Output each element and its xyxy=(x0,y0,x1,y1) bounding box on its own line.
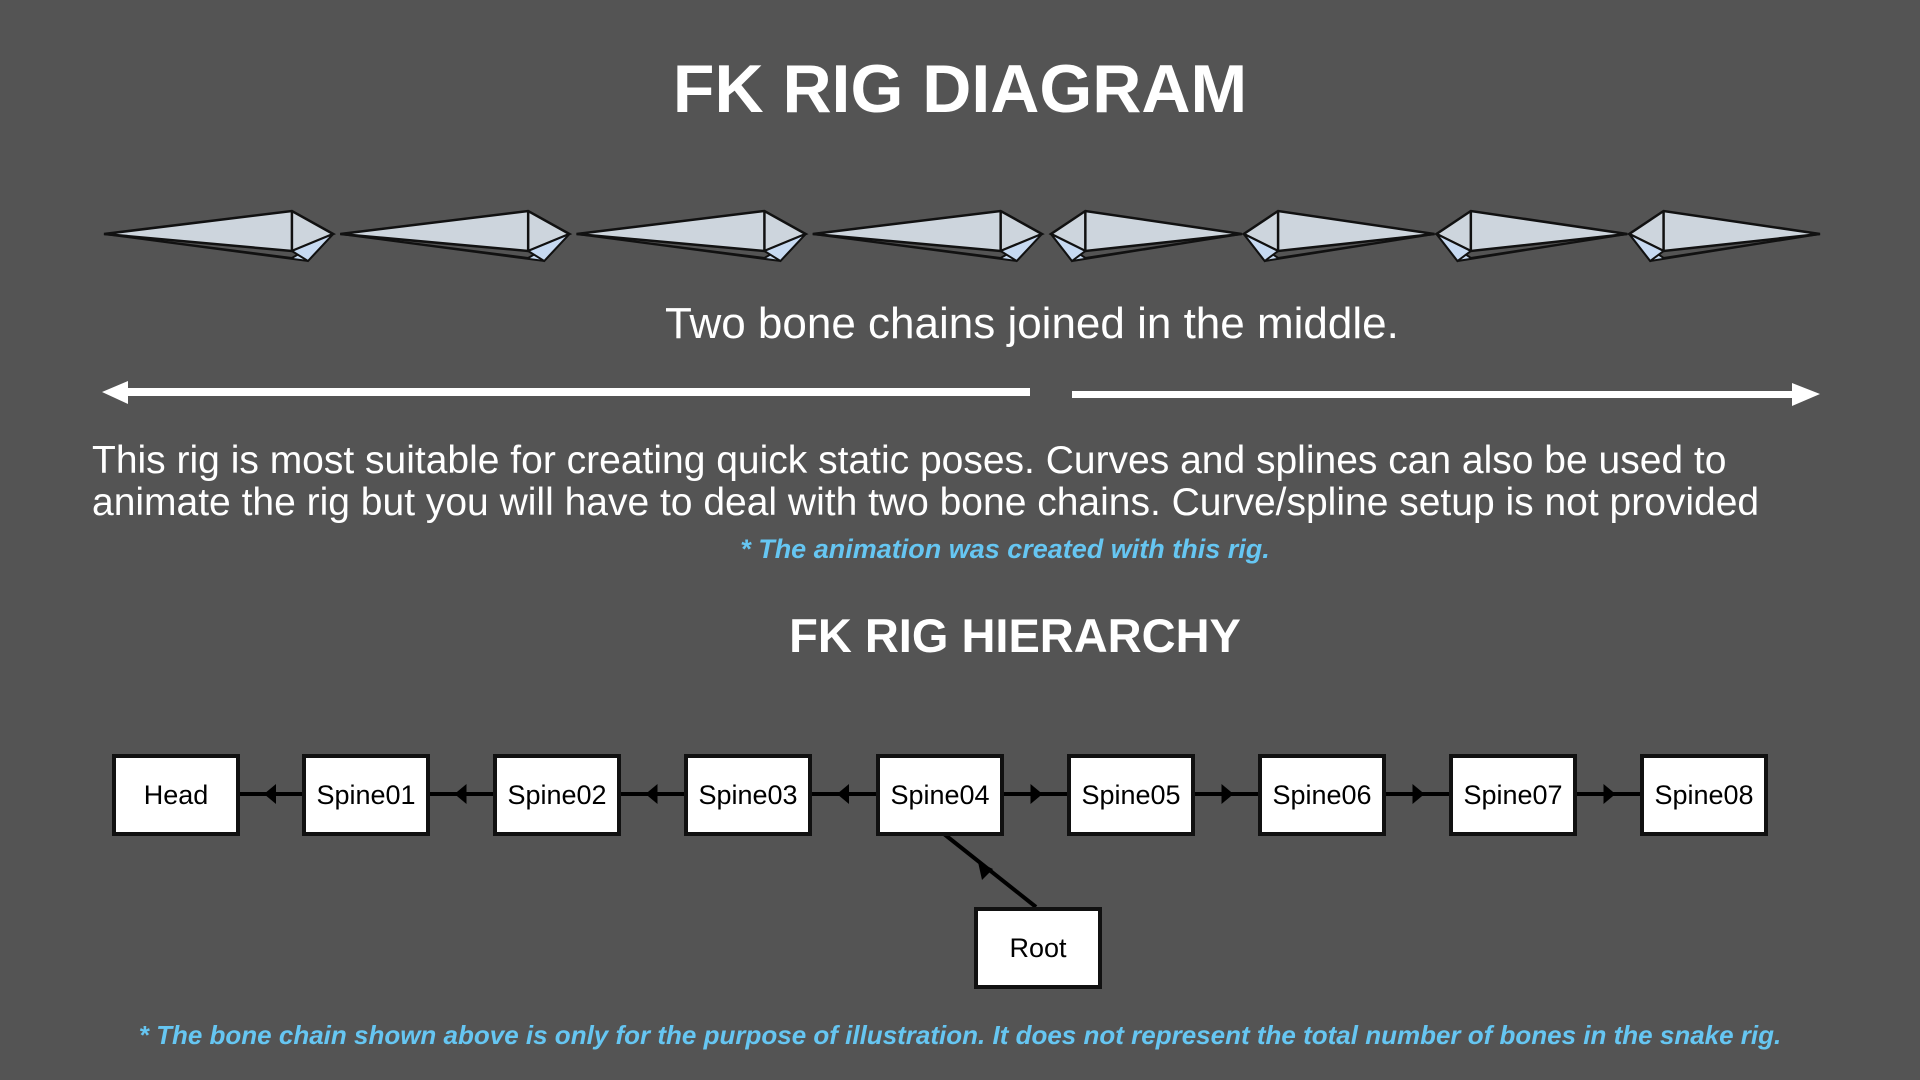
node-spine08: Spine08 xyxy=(1640,754,1768,836)
arrowhead-icon xyxy=(837,784,849,804)
node-spine06: Spine06 xyxy=(1258,754,1386,836)
node-spine04: Spine04 xyxy=(876,754,1004,836)
footnote: * The bone chain shown above is only for… xyxy=(138,1020,1782,1050)
arrowhead-icon xyxy=(1221,784,1234,804)
arrowhead-icon xyxy=(1603,784,1616,804)
arrowhead-icon xyxy=(454,784,467,804)
node-head: Head xyxy=(112,754,240,836)
node-spine07: Spine07 xyxy=(1449,754,1577,836)
node-spine03: Spine03 xyxy=(684,754,812,836)
arrowhead-icon xyxy=(1030,784,1043,804)
node-spine01: Spine01 xyxy=(302,754,430,836)
arrowhead-icon xyxy=(1412,784,1425,804)
arrowhead-icon xyxy=(645,784,658,804)
arrowhead-icon xyxy=(264,784,276,804)
node-root: Root xyxy=(974,907,1102,989)
hierarchy-connectors xyxy=(240,784,1640,909)
node-spine05: Spine05 xyxy=(1067,754,1195,836)
node-spine02: Spine02 xyxy=(493,754,621,836)
